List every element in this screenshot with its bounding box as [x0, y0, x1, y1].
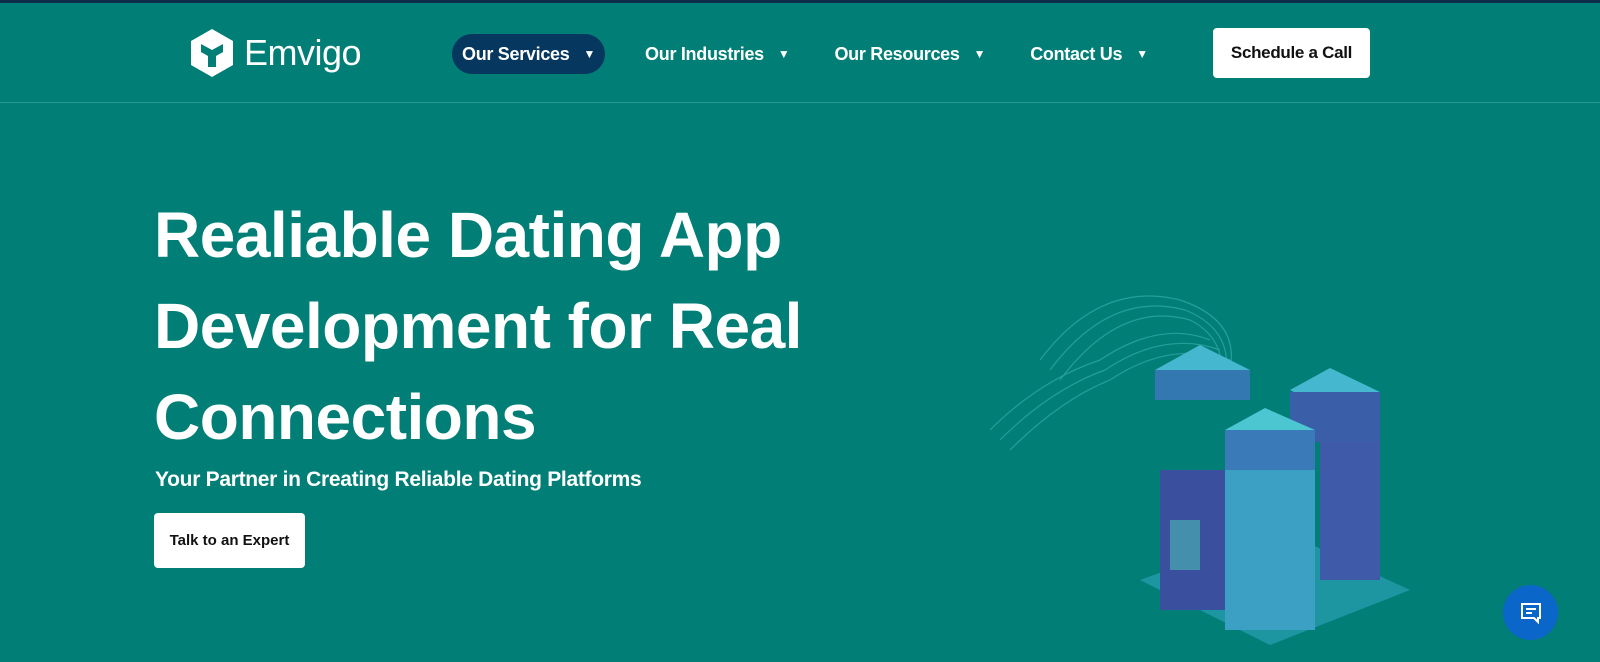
caret-down-icon: ▼: [1136, 47, 1148, 61]
nav-label: Our Industries: [645, 43, 764, 64]
nav-our-industries[interactable]: Our Industries ▼: [635, 34, 799, 74]
caret-down-icon: ▼: [583, 47, 596, 61]
nav-label: Our Services: [462, 43, 570, 64]
logo[interactable]: Emvigo: [188, 27, 362, 79]
site-header: Emvigo Our Services ▼ Our Industries ▼ Our…: [0, 3, 1600, 103]
nav-our-resources[interactable]: Our Resources ▼: [824, 34, 995, 74]
server-illustration: [989, 295, 1410, 645]
hero-subtitle: Your Partner in Creating Reliable Dating…: [155, 468, 642, 491]
nav-label: Our Resources: [834, 43, 960, 64]
nav-contact-us[interactable]: Contact Us ▼: [1020, 34, 1158, 74]
hero-title: Realiable Dating App Development for Rea…: [154, 199, 802, 453]
caret-down-icon: ▼: [973, 47, 986, 61]
brand-name: Emvigo: [244, 32, 362, 73]
nav-label: Contact Us: [1030, 43, 1123, 64]
talk-to-expert-button[interactable]: Talk to an Expert: [154, 513, 305, 568]
chat-bubble-icon: [1520, 602, 1541, 624]
emvigo-logo-icon: [191, 29, 233, 77]
main-nav: Our Services ▼ Our Industries ▼ Our Resour…: [452, 34, 1178, 74]
chat-button[interactable]: [1503, 585, 1558, 640]
nav-our-services[interactable]: Our Services ▼: [452, 34, 606, 74]
caret-down-icon: ▼: [777, 47, 790, 61]
schedule-call-button[interactable]: Schedule a Call: [1213, 28, 1370, 78]
